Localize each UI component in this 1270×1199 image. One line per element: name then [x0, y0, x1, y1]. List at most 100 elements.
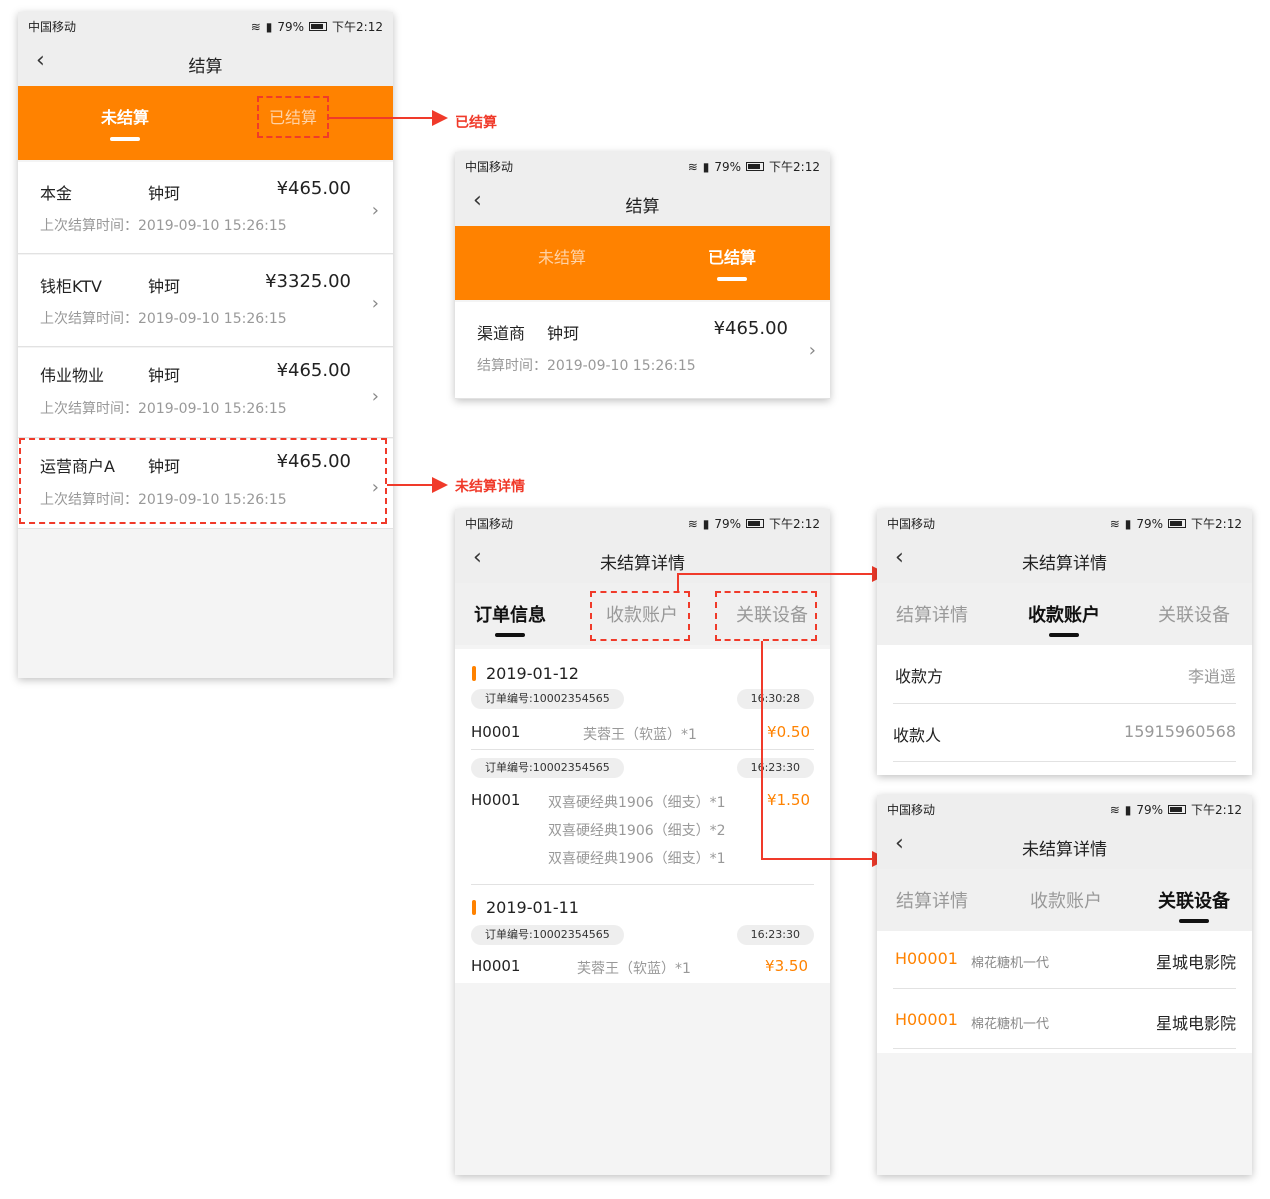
- settle-time: 结算时间：2019-09-10 15:26:15: [477, 358, 696, 374]
- order-price: ¥1.50: [767, 791, 810, 809]
- list-item[interactable]: 伟业物业 钟珂 ¥465.00 上次结算时间：2019-09-10 15:26:…: [18, 348, 393, 438]
- nav-bar: ‹ 未结算详情: [877, 535, 1252, 583]
- person-name: 钟珂: [148, 366, 181, 385]
- list-item[interactable]: 渠道商 钟珂 ¥465.00 结算时间：2019-09-10 15:26:15 …: [455, 302, 830, 399]
- nav-bar: ‹ 未结算详情: [877, 821, 1252, 869]
- status-bar: 中国移动 ≋ ▮ 79% 下午2:12: [455, 152, 830, 178]
- tab-underline: [495, 633, 525, 637]
- signal-icon: ▮: [1124, 516, 1132, 531]
- screen-settlement-list: 中国移动 ≋ ▮ 79% 下午2:12 ‹ 结算 未结算 已结算 本金 钟珂 ¥…: [18, 12, 393, 678]
- annotation-unsettled-detail: 未结算详情: [455, 479, 525, 495]
- tab-unsettled[interactable]: 未结算: [70, 104, 180, 141]
- status-bar: 中国移动 ≋ ▮ 79% 下午2:12: [877, 509, 1252, 535]
- tab-underline: [1179, 919, 1209, 923]
- divider: [893, 703, 1236, 704]
- order-number-badge: 订单编号:10002354565: [471, 925, 624, 945]
- field-label: 收款人: [893, 726, 942, 745]
- clock: 下午2:12: [769, 517, 820, 531]
- highlight-devices-tab: [715, 591, 817, 641]
- device-list: H00001 棉花糖机一代 星城电影院 H00001 棉花糖机一代 星城电影院: [877, 931, 1252, 1053]
- order-item: 双喜硬经典1906（细支）*1: [548, 795, 726, 811]
- tab-order-info[interactable]: 订单信息: [455, 601, 565, 637]
- arrow-line: [387, 484, 435, 486]
- arrow-line: [761, 641, 763, 860]
- order-time-badge: 16:23:30: [736, 758, 814, 778]
- battery-percent: 79%: [1136, 802, 1164, 817]
- order-price: ¥3.50: [765, 957, 808, 975]
- screen-payee-account: 中国移动 ≋ ▮ 79% 下午2:12 ‹ 未结算详情 结算详情 收款账户 关联…: [877, 509, 1252, 775]
- tab-settlement-detail[interactable]: 结算详情: [877, 887, 987, 913]
- tab-unsettled[interactable]: 未结算: [507, 244, 617, 268]
- amount: ¥465.00: [713, 318, 788, 339]
- amount: ¥3325.00: [265, 271, 351, 292]
- account-panel: 收款方 李逍遥 收款人 15915960568: [877, 645, 1252, 775]
- chevron-right-icon: ›: [371, 293, 379, 314]
- battery-icon: [1168, 805, 1187, 814]
- highlight-payee-tab: [590, 591, 690, 641]
- order-price: ¥0.50: [767, 723, 810, 741]
- list-item[interactable]: 钱柜KTV 钟珂 ¥3325.00 上次结算时间：2019-09-10 15:2…: [18, 255, 393, 347]
- wifi-icon: ≋: [1109, 516, 1120, 531]
- merchant-name: 本金: [40, 184, 73, 203]
- signal-icon: ▮: [1124, 802, 1132, 817]
- tab-linked-devices[interactable]: 关联设备: [1139, 887, 1249, 923]
- battery-percent: 79%: [1136, 516, 1164, 531]
- status-bar: 中国移动 ≋ ▮ 79% 下午2:12: [877, 795, 1252, 821]
- tab-payee-account[interactable]: 收款账户: [1011, 887, 1121, 913]
- device-location: 星城电影院: [1155, 1014, 1236, 1033]
- last-settle-time: 上次结算时间：2019-09-10 15:26:15: [40, 401, 287, 417]
- field-value: 15915960568: [1124, 722, 1236, 741]
- battery-icon: [1168, 519, 1187, 528]
- device-code: H0001: [471, 957, 521, 975]
- person-name: 钟珂: [148, 277, 181, 296]
- group-date: 2019-01-12: [486, 664, 579, 683]
- wifi-icon: ≋: [250, 19, 261, 34]
- tab-underline: [110, 137, 140, 141]
- carrier-label: 中国移动: [465, 160, 514, 174]
- battery-percent: 79%: [714, 516, 742, 531]
- nav-bar: ‹ 结算: [455, 178, 830, 226]
- chevron-right-icon: ›: [371, 200, 379, 221]
- merchant-name: 钱柜KTV: [40, 277, 102, 296]
- highlight-settled-tab: [257, 96, 329, 138]
- wifi-icon: ≋: [687, 159, 698, 174]
- tab-bar: 结算详情 收款账户 关联设备: [877, 583, 1252, 645]
- date-marker: [472, 666, 476, 681]
- device-code: H0001: [471, 723, 521, 741]
- merchant-name: 渠道商: [477, 324, 526, 343]
- highlight-row: [19, 438, 387, 524]
- device-code: H00001: [895, 949, 958, 968]
- arrow-right-icon: [432, 477, 448, 493]
- clock: 下午2:12: [332, 20, 383, 34]
- clock: 下午2:12: [1191, 803, 1242, 817]
- amount: ¥465.00: [276, 178, 351, 199]
- divider: [471, 884, 814, 885]
- arrow-line: [761, 858, 873, 860]
- wifi-icon: ≋: [687, 516, 698, 531]
- screen-linked-devices: 中国移动 ≋ ▮ 79% 下午2:12 ‹ 未结算详情 结算详情 收款账户 关联…: [877, 795, 1252, 1175]
- tab-payee-account[interactable]: 收款账户: [1009, 601, 1119, 637]
- signal-icon: ▮: [702, 516, 710, 531]
- nav-bar: ‹ 结算: [18, 38, 393, 86]
- device-code: H00001: [895, 1010, 958, 1029]
- chevron-right-icon: ›: [371, 386, 379, 407]
- device-code: H0001: [471, 791, 521, 809]
- tab-settlement-detail[interactable]: 结算详情: [877, 601, 987, 627]
- tab-bar: 未结算 已结算: [18, 86, 393, 160]
- status-bar: 中国移动 ≋ ▮ 79% 下午2:12: [455, 509, 830, 535]
- battery-icon: [746, 519, 765, 528]
- battery-percent: 79%: [277, 19, 305, 34]
- merchant-name: 伟业物业: [40, 366, 105, 385]
- last-settle-time: 上次结算时间：2019-09-10 15:26:15: [40, 218, 287, 234]
- arrow-line: [677, 573, 873, 575]
- field-label: 收款方: [895, 667, 944, 686]
- page-title: 未结算详情: [1022, 554, 1107, 574]
- tab-linked-devices[interactable]: 关联设备: [1139, 601, 1249, 627]
- tab-settled[interactable]: 已结算: [677, 244, 787, 281]
- device-name: 棉花糖机一代: [971, 956, 1050, 971]
- device-location: 星城电影院: [1155, 953, 1236, 972]
- order-item: 芙蓉王（软蓝）*1: [577, 961, 691, 977]
- carrier-label: 中国移动: [887, 517, 936, 531]
- list-item[interactable]: 本金 钟珂 ¥465.00 上次结算时间：2019-09-10 15:26:15…: [18, 162, 393, 254]
- status-bar: 中国移动 ≋ ▮ 79% 下午2:12: [18, 12, 393, 38]
